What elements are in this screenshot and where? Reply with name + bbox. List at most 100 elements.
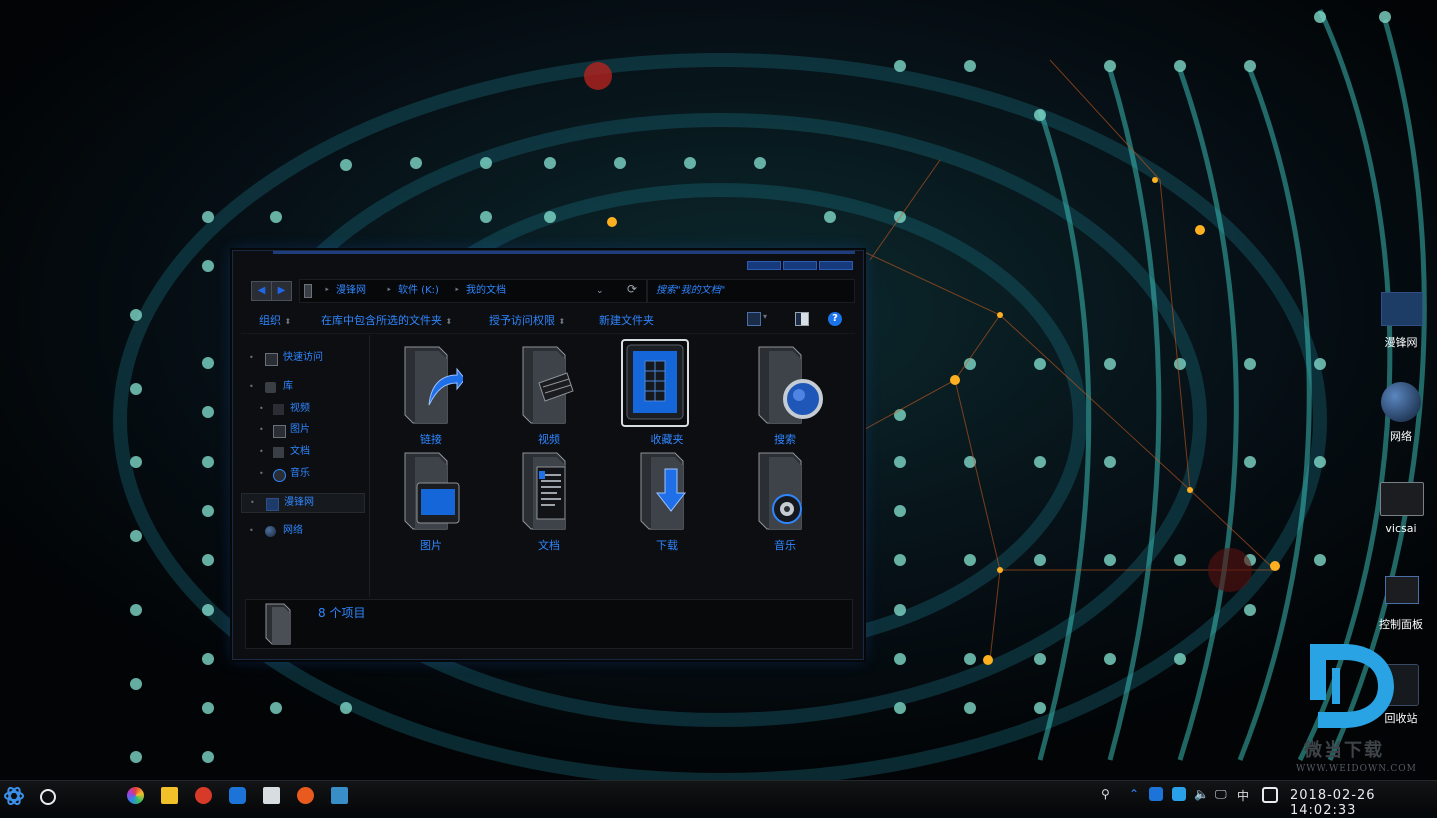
preview-pane-icon[interactable] xyxy=(795,312,809,326)
sidebar-item-music[interactable]: • 音乐 xyxy=(241,465,363,483)
sidebar-label: 文档 xyxy=(290,446,310,457)
taskbar-clock[interactable]: 2018-02-26 14:02:33 xyxy=(1290,788,1437,818)
folder-icon xyxy=(1380,482,1424,516)
expand-bullet-icon: • xyxy=(249,526,254,535)
sidebar-item-quick-access[interactable]: • 快速访问 xyxy=(241,349,363,367)
search-circle-icon[interactable] xyxy=(40,789,56,805)
sidebar-label: 网络 xyxy=(283,525,303,536)
search-input[interactable]: 搜索"我的文档" xyxy=(647,279,855,303)
new-folder-button[interactable]: 新建文件夹 xyxy=(599,312,654,328)
address-bar[interactable]: ‣ 漫锋网 ‣ 软件 (K:) ‣ 我的文档 ⌄ xyxy=(299,279,647,303)
desktop-icon-manfeng[interactable]: 漫锋网 xyxy=(1371,290,1431,350)
app-color-wheel-icon[interactable] xyxy=(127,787,144,804)
sidebar-item-network[interactable]: • 网络 xyxy=(241,522,363,540)
sidebar-label: 快速访问 xyxy=(283,352,323,363)
expand-bullet-icon: • xyxy=(259,404,264,413)
expand-bullet-icon: • xyxy=(249,382,254,391)
tray-app-star-icon[interactable] xyxy=(1172,787,1186,801)
forward-arrow-icon: ▶ xyxy=(277,285,286,296)
app-orange-icon[interactable] xyxy=(297,787,314,804)
back-button[interactable]: ◀ xyxy=(251,281,272,301)
start-button[interactable] xyxy=(4,786,24,806)
desktop-icon-label: vicsai xyxy=(1385,522,1417,535)
desktop-icon-label: 控制面板 xyxy=(1379,618,1423,631)
folder-item-searches[interactable]: 搜索 xyxy=(735,343,835,447)
music-folder-icon xyxy=(758,452,802,530)
chevron-down-icon: ⬍ xyxy=(558,317,566,326)
help-button[interactable]: ? xyxy=(828,312,842,326)
folder-item-links[interactable]: 链接 xyxy=(381,343,481,447)
network-status-icon[interactable]: 🖵 xyxy=(1215,787,1227,802)
sidebar-item-videos[interactable]: • 视频 xyxy=(241,400,363,418)
sidebar-item-library[interactable]: • 库 xyxy=(241,378,363,396)
favorites-folder-icon xyxy=(626,344,684,420)
item-label: 搜索 xyxy=(774,433,796,446)
monitor-icon xyxy=(1381,292,1423,326)
app-red-icon[interactable] xyxy=(195,787,212,804)
breadcrumb-drive-k[interactable]: 软件 (K:) xyxy=(398,280,439,302)
breadcrumb-my-documents[interactable]: 我的文档 xyxy=(466,280,506,302)
address-dropdown-icon[interactable]: ⌄ xyxy=(596,280,604,302)
details-pane: 8 个项目 xyxy=(245,599,853,649)
links-folder-icon xyxy=(404,346,463,424)
videos-icon xyxy=(273,404,284,415)
volume-icon[interactable]: 🔈 xyxy=(1194,787,1209,801)
folder-item-favorites[interactable]: 收藏夹 xyxy=(617,339,717,447)
searches-folder-icon xyxy=(758,346,823,424)
folder-item-documents[interactable]: 文档 xyxy=(499,449,599,553)
desktop-icon-network[interactable]: 网络 xyxy=(1371,380,1431,443)
view-dropdown-icon[interactable]: ▾ xyxy=(763,312,767,321)
item-label: 下载 xyxy=(656,539,678,552)
input-method-indicator[interactable]: 中 xyxy=(1237,787,1249,804)
taskbar: ⚲ ⌃ 🔈 🖵 中 2018-02-26 14:02:33 xyxy=(0,780,1437,818)
app-blue-icon[interactable] xyxy=(229,787,246,804)
sidebar-label: 漫锋网 xyxy=(284,497,314,508)
music-icon xyxy=(273,469,286,482)
desktop-icon-vicsai[interactable]: vicsai xyxy=(1371,478,1431,538)
app-tool-icon[interactable] xyxy=(331,787,348,804)
file-explorer-window: ◀ ▶ ‣ 漫锋网 ‣ 软件 (K:) ‣ 我的文档 ⌄ ⟳ 搜索"我的文档" … xyxy=(232,250,864,660)
folder-item-pictures[interactable]: 图片 xyxy=(381,449,481,553)
include-in-library-menu[interactable]: 在库中包含所选的文件夹 ⬍ xyxy=(321,312,452,328)
action-center-icon[interactable] xyxy=(1262,787,1278,803)
refresh-icon[interactable]: ⟳ xyxy=(627,282,641,296)
globe-icon xyxy=(1381,382,1421,422)
minimize-button[interactable] xyxy=(747,261,781,270)
chevron-down-icon: ⬍ xyxy=(445,317,453,326)
file-explorer-taskbar-icon[interactable] xyxy=(161,787,178,804)
folder-preview-icon xyxy=(265,603,291,645)
sidebar-label: 库 xyxy=(283,381,293,392)
pane-divider[interactable] xyxy=(369,335,370,597)
maximize-button[interactable] xyxy=(783,261,817,270)
chevron-down-icon: ⬍ xyxy=(284,317,292,326)
people-icon[interactable]: ⚲ xyxy=(1101,787,1110,801)
folder-item-videos[interactable]: 视频 xyxy=(499,343,599,447)
item-label: 图片 xyxy=(420,539,442,552)
expand-bullet-icon: • xyxy=(259,469,264,478)
network-globe-icon xyxy=(265,526,276,537)
watermark-url: WWW.WEIDOWN.COM xyxy=(1296,764,1417,774)
item-label: 收藏夹 xyxy=(650,433,684,446)
forward-button[interactable]: ▶ xyxy=(271,281,292,301)
folder-item-music[interactable]: 音乐 xyxy=(735,449,835,553)
sidebar-item-manfeng[interactable]: • 漫锋网 xyxy=(241,493,365,513)
close-button[interactable] xyxy=(819,261,853,270)
pictures-icon xyxy=(273,425,286,438)
folder-item-downloads[interactable]: 下载 xyxy=(617,449,717,553)
app-paint-icon[interactable] xyxy=(263,787,280,804)
expand-bullet-icon: • xyxy=(259,425,264,434)
share-with-menu[interactable]: 授予访问权限 ⬍ xyxy=(489,312,565,328)
organize-menu[interactable]: 组织 ⬍ xyxy=(259,312,291,328)
sidebar-item-documents[interactable]: • 文档 xyxy=(241,443,363,461)
back-arrow-icon: ◀ xyxy=(257,285,266,296)
desktop-icon-control-panel[interactable]: 控制面板 xyxy=(1371,572,1431,632)
show-hidden-icons-chevron-icon[interactable]: ⌃ xyxy=(1129,787,1139,801)
sidebar-item-pictures[interactable]: • 图片 xyxy=(241,421,363,439)
tray-app-blue-icon[interactable] xyxy=(1149,787,1163,801)
downloads-folder-icon xyxy=(640,452,687,530)
view-options-icon[interactable] xyxy=(747,312,761,326)
navigation-pane: • 快速访问 • 库 • 视频 • 图片 • 文档 • 音乐 • 漫锋网 • 网… xyxy=(241,335,367,595)
expand-bullet-icon: • xyxy=(250,498,255,507)
breadcrumb-manfeng[interactable]: 漫锋网 xyxy=(336,280,366,302)
quick-access-icon xyxy=(265,353,278,366)
